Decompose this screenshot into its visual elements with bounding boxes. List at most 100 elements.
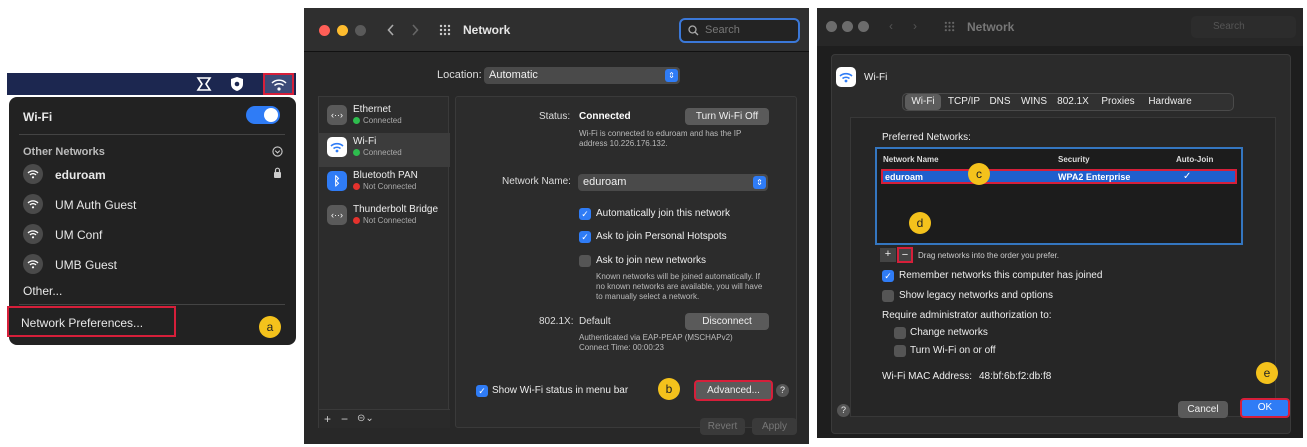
table-row[interactable]: eduroam WPA2 Enterprise ✓ [881,169,1237,184]
tab-proxies[interactable]: Proxies [1097,94,1139,110]
service-name: Bluetooth PAN [353,170,418,181]
legacy-networks-label: Show legacy networks and options [899,290,1053,301]
service-bluetooth-pan[interactable]: ᛒ Bluetooth PAN Not Connected [319,167,450,201]
zoom-button[interactable] [858,21,869,32]
wifi-icon [271,79,287,91]
remove-network-button[interactable]: − [897,247,913,263]
help-button[interactable]: ? [837,404,850,417]
column-header[interactable]: Network Name [883,155,939,164]
other-networks-heading: Other Networks [23,146,105,158]
cancel-button[interactable]: Cancel [1178,401,1228,418]
add-service-button[interactable]: + [324,412,331,426]
highlight-network-preferences [7,306,176,337]
preferred-networks-label: Preferred Networks: [882,132,971,143]
back-icon[interactable]: ‹ [889,19,893,33]
network-item[interactable]: UM Conf [55,228,102,242]
forward-icon[interactable] [411,24,419,36]
search-field[interactable]: Search [679,18,800,43]
tab-tcpip[interactable]: TCP/IP [945,94,983,110]
step-badge-d: d [909,212,931,234]
network-name-popup[interactable]: eduroam ⇕ [578,174,768,191]
zoom-button[interactable] [355,25,366,36]
shield-icon[interactable] [229,76,245,92]
network-item[interactable]: UM Auth Guest [55,198,136,212]
advanced-button[interactable]: Advanced... [694,380,773,401]
service-status: Not Connected [353,182,416,191]
tab-dns[interactable]: DNS [987,94,1013,110]
turn-wifi-checkbox[interactable] [894,345,906,357]
mac-address-value: 48:bf:6b:f2:db:f8 [979,371,1052,382]
bluetooth-icon: ᛒ [327,171,347,191]
other-network-item[interactable]: Other... [23,284,62,298]
ethernet-icon: ‹··› [327,105,347,125]
wifi-toggle[interactable] [246,106,280,124]
show-status-checkbox[interactable]: ✓ [476,385,488,397]
add-network-button[interactable]: + [880,248,896,262]
window-title: Network [463,23,511,37]
service-name: Wi-Fi [353,136,377,147]
expand-icon[interactable] [272,146,283,157]
back-icon[interactable] [387,24,395,36]
revert-button[interactable]: Revert [700,418,745,435]
status-icon[interactable] [196,76,212,92]
search-field[interactable]: Search [1191,16,1296,38]
network-item[interactable]: eduroam [55,168,106,182]
auto-join-label: Automatically join this network [596,208,730,219]
action-menu-button[interactable]: ⊝⌄ [357,413,374,424]
hotspots-checkbox[interactable]: ✓ [579,231,591,243]
remove-service-button[interactable]: − [341,412,348,426]
remember-networks-label: Remember networks this computer has join… [899,270,1103,281]
change-networks-label: Change networks [910,327,988,338]
tab-hardware[interactable]: Hardware [1145,94,1195,110]
legacy-networks-checkbox[interactable] [882,290,894,302]
minimize-button[interactable] [842,21,853,32]
security-cell: WPA2 Enterprise [1058,172,1131,182]
auto-join-checkbox[interactable]: ✓ [579,208,591,220]
service-wifi[interactable]: Wi-Fi Connected [319,133,450,167]
grid-icon[interactable] [944,21,955,32]
service-list-toolbar: + − ⊝⌄ [319,409,450,428]
step-badge-e: e [1256,362,1278,384]
grid-icon[interactable] [439,24,451,36]
disconnect-button[interactable]: Disconnect [685,313,769,330]
new-networks-label: Ask to join new networks [596,255,707,266]
close-button[interactable] [319,25,330,36]
apply-button[interactable]: Apply [752,418,797,435]
close-button[interactable] [826,21,837,32]
wifi-icon [23,194,43,214]
change-networks-checkbox[interactable] [894,327,906,339]
wifi-icon [23,224,43,244]
wifi-icon [327,137,347,157]
network-item[interactable]: UMB Guest [55,258,117,272]
service-thunderbolt-bridge[interactable]: ‹··› Thunderbolt Bridge Not Connected [319,201,450,235]
auth-method: Authenticated via EAP-PEAP (MSCHAPv2) [579,333,733,342]
service-ethernet[interactable]: ‹··› Ethernet Connected [319,101,450,135]
wifi-icon [23,164,43,184]
help-button[interactable]: ? [776,384,789,397]
minimize-button[interactable] [337,25,348,36]
service-list: ‹··› Ethernet Connected Wi-Fi Connected … [318,96,450,428]
tab-wifi[interactable]: Wi-Fi [905,94,941,110]
tab-wins[interactable]: WINS [1019,94,1049,110]
menu-bar-wifi-icon[interactable] [263,73,294,95]
remember-networks-checkbox[interactable]: ✓ [882,270,894,282]
tab-8021x[interactable]: 802.1X [1055,94,1091,110]
tab-bar: Wi-Fi TCP/IP DNS WINS 802.1X Proxies Har… [902,93,1234,111]
forward-icon[interactable]: › [913,19,917,33]
network-name-label: Network Name: [502,176,571,187]
known-networks-note-3: to manually select a network. [596,292,700,301]
thunderbolt-icon: ‹··› [327,205,347,225]
wifi-detail-pane: Status: Connected Turn Wi-Fi Off Wi-Fi i… [455,96,797,428]
auto-join-checkbox[interactable]: ✓ [1183,171,1191,182]
turn-wifi-off-button[interactable]: Turn Wi-Fi Off [685,108,769,125]
preferred-networks-table[interactable]: Network Name Security Auto-Join eduroam … [875,147,1243,245]
column-header[interactable]: Auto-Join [1176,155,1213,164]
advanced-window: ‹ › Network Search Wi-Fi Wi-Fi TCP/IP DN… [817,8,1303,438]
new-networks-checkbox[interactable] [579,255,591,267]
column-header[interactable]: Security [1058,155,1090,164]
service-name: Ethernet [353,104,391,115]
ok-button[interactable]: OK [1240,398,1290,418]
require-admin-label: Require administrator authorization to: [882,310,1052,321]
location-popup[interactable]: Automatic ⇕ [484,67,680,84]
wifi-icon [836,67,856,87]
